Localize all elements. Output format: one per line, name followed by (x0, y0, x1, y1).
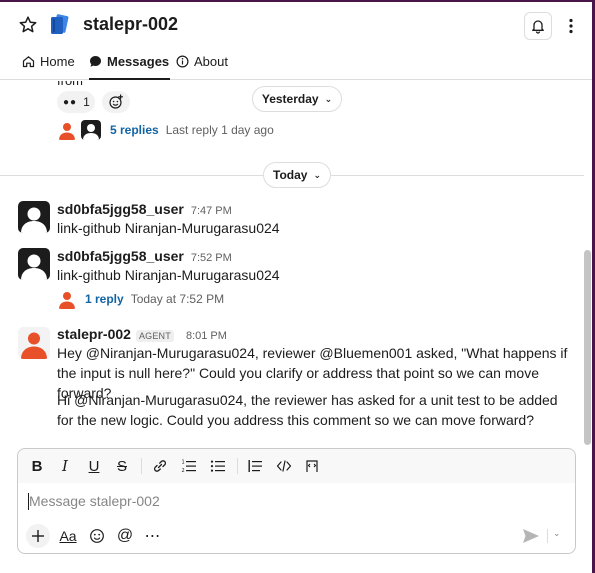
svg-text:2: 2 (182, 468, 185, 474)
tab-about-label: About (194, 54, 228, 69)
star-icon[interactable] (16, 13, 40, 37)
home-icon (22, 55, 35, 71)
italic-icon[interactable]: I (57, 455, 73, 477)
reaction-count: 1 (83, 95, 90, 109)
send-divider (547, 529, 548, 543)
eyes-emoji-icon: ●● (63, 96, 78, 108)
link-icon[interactable] (151, 455, 169, 477)
message-text: link-github Niranjan-Murugarasu024 (57, 220, 280, 236)
channel-title: stalepr-002 (83, 14, 179, 34)
thread-summary[interactable]: 5 replies Last reply 1 day ago (57, 120, 274, 140)
info-icon (176, 55, 189, 71)
tab-messages[interactable]: Messages (89, 54, 171, 80)
channel-header: stalepr-002 (0, 2, 592, 48)
timestamp[interactable]: 7:47 PM (191, 205, 232, 217)
timestamp[interactable]: 8:01 PM (186, 330, 227, 342)
message-feed[interactable]: from ●● 1 Yesterday ⌄ 5 replies Last rep… (0, 81, 592, 445)
composer-actions: Aa @ ⋯ (26, 524, 163, 548)
day-separator-yesterday[interactable]: Yesterday ⌄ (252, 86, 342, 112)
message-header: stalepr-002 AGENT 8:01 PM (57, 326, 227, 342)
message-composer[interactable]: B I U S 12 Message stalepr-002 Aa @ ⋯ ⌄ (17, 448, 576, 554)
day-separator-today[interactable]: Today ⌄ (263, 162, 331, 188)
scrollbar[interactable] (584, 250, 591, 445)
underline-icon[interactable]: U (85, 455, 103, 477)
avatar[interactable] (18, 327, 50, 359)
sender-name[interactable]: stalepr-002 (57, 326, 131, 342)
tab-home[interactable]: Home (22, 54, 75, 80)
thread-replies-link[interactable]: 5 replies (110, 123, 159, 137)
avatar (57, 120, 77, 140)
numbered-list-icon[interactable]: 12 (180, 455, 198, 477)
add-reaction-icon[interactable] (102, 91, 130, 113)
avatar (57, 289, 77, 309)
blue-notebook-logo (49, 14, 69, 36)
bulleted-list-icon[interactable] (209, 455, 227, 477)
vertical-dots-icon[interactable] (561, 12, 581, 40)
emoji-icon[interactable] (87, 524, 107, 548)
tab-home-label: Home (40, 54, 75, 69)
thread-summary[interactable]: 1 reply Today at 7:52 PM (57, 289, 224, 309)
message-input[interactable]: Message stalepr-002 (29, 493, 160, 509)
thread-last-reply: Today at 7:52 PM (130, 292, 225, 306)
formatting-toolbar: B I U S 12 (18, 449, 575, 483)
tab-messages-label: Messages (107, 54, 170, 69)
chevron-down-icon: ⌄ (324, 93, 333, 104)
message-text: Hi @Niranjan-Murugarasu024, the reviewer… (57, 392, 558, 428)
mention-icon[interactable]: @ (115, 524, 135, 548)
reaction-eyes[interactable]: ●● 1 (57, 91, 95, 113)
message-header: sd0bfa5jgg58_user 7:47 PM (57, 201, 232, 217)
strikethrough-icon[interactable]: S (113, 455, 131, 477)
more-horizontal-icon[interactable]: ⋯ (143, 524, 163, 548)
chevron-down-icon[interactable]: ⌄ (553, 528, 561, 539)
sender-name[interactable]: sd0bfa5jgg58_user (57, 201, 184, 217)
code-icon[interactable] (275, 455, 293, 477)
sender-name[interactable]: sd0bfa5jgg58_user (57, 248, 184, 264)
avatar (81, 120, 101, 140)
svg-text:1: 1 (182, 460, 185, 466)
truncated-message-text: from (57, 81, 83, 88)
bold-icon[interactable]: B (28, 455, 46, 477)
chevron-down-icon: ⌄ (313, 169, 321, 180)
timestamp[interactable]: 7:52 PM (191, 252, 232, 264)
tab-about[interactable]: About (176, 54, 228, 80)
toolbar-divider (141, 458, 142, 474)
blockquote-icon[interactable] (246, 455, 264, 477)
text-format-icon[interactable]: Aa (57, 524, 79, 548)
code-block-icon[interactable] (303, 455, 321, 477)
toolbar-divider (237, 458, 238, 474)
thread-replies-link[interactable]: 1 reply (85, 292, 124, 306)
plus-icon[interactable] (26, 524, 50, 548)
thread-last-reply: Last reply 1 day ago (165, 123, 274, 137)
day-label: Yesterday (261, 92, 319, 106)
bell-icon[interactable] (524, 12, 552, 40)
avatar[interactable] (18, 201, 50, 233)
message-text: link-github Niranjan-Murugarasu024 (57, 267, 280, 283)
message-bubble-icon (89, 55, 102, 71)
send-icon[interactable] (522, 528, 540, 544)
channel-tabs: Home Messages About (0, 48, 592, 80)
message-header: sd0bfa5jgg58_user 7:52 PM (57, 248, 232, 264)
agent-badge: AGENT (135, 330, 174, 342)
avatar[interactable] (18, 248, 50, 280)
day-label: Today (273, 168, 308, 182)
